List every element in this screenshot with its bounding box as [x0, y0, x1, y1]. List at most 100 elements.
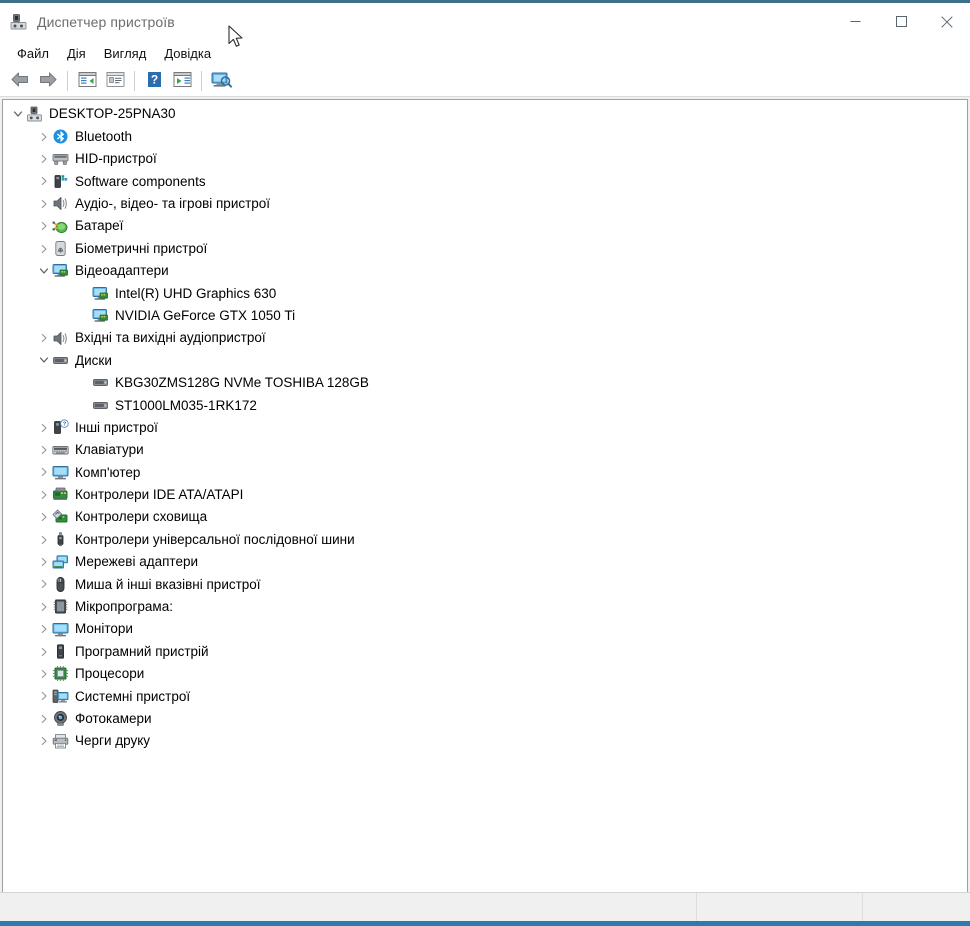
tree-row[interactable]: Клавіатури: [3, 439, 967, 461]
tree-item-label: Intel(R) UHD Graphics 630: [115, 285, 277, 301]
tree-row[interactable]: Програмний пристрій: [3, 640, 967, 662]
tree-row[interactable]: Контролери IDE ATA/ATAPI: [3, 484, 967, 506]
chevron-right-icon[interactable]: [35, 196, 52, 212]
chevron-right-icon[interactable]: [35, 733, 52, 749]
bluetooth-icon: [52, 128, 69, 145]
chevron-right-icon[interactable]: [35, 554, 52, 570]
tree-row[interactable]: NVIDIA GeForce GTX 1050 Ti: [3, 305, 967, 327]
tree-row[interactable]: Bluetooth: [3, 125, 967, 147]
chevron-right-icon[interactable]: [35, 576, 52, 592]
chevron-right-icon[interactable]: [35, 151, 52, 167]
chevron-right-icon[interactable]: [35, 173, 52, 189]
chevron-right-icon[interactable]: [35, 218, 52, 234]
menu-action[interactable]: Дія: [58, 43, 95, 64]
tree-row[interactable]: Миша й інші вказівні пристрої: [3, 573, 967, 595]
title-bar: Диспетчер пристроїв: [0, 3, 970, 40]
tree-row[interactable]: KBG30ZMS128G NVMe TOSHIBA 128GB: [3, 372, 967, 394]
display-adapter-icon: [92, 307, 109, 324]
device-manager-window: Диспетчер пристроїв Файл Дія Вигляд Дові…: [0, 0, 970, 926]
tree-row[interactable]: ST1000LM035-1RK172: [3, 394, 967, 416]
tree-row[interactable]: Вхідні та вихідні аудіопристрої: [3, 327, 967, 349]
tree-item-label: Біометричні пристрої: [75, 240, 208, 256]
menu-bar: Файл Дія Вигляд Довідка: [0, 40, 970, 66]
tree-row[interactable]: Диски: [3, 349, 967, 371]
tree-row[interactable]: Intel(R) UHD Graphics 630: [3, 282, 967, 304]
device-tree: DESKTOP-25PNA30 Bluetooth HID-пристрої Soft…: [3, 100, 967, 752]
tree-row[interactable]: Відеоадаптери: [3, 260, 967, 282]
battery-icon: [52, 218, 69, 235]
tree-row[interactable]: Фотокамери: [3, 708, 967, 730]
tree-item-label: Мікропрограма:: [75, 599, 173, 615]
chevron-right-icon[interactable]: [35, 688, 52, 704]
software-component-icon: [52, 173, 69, 190]
chevron-right-icon[interactable]: [35, 621, 52, 637]
disk-drive-icon: [52, 352, 69, 369]
chevron-right-icon[interactable]: [35, 420, 52, 436]
menu-help[interactable]: Довідка: [155, 43, 220, 64]
toolbar-forward-button[interactable]: [34, 68, 62, 94]
properties-icon: [106, 71, 125, 91]
chevron-right-icon[interactable]: [35, 442, 52, 458]
tree-row[interactable]: Мережеві адаптери: [3, 551, 967, 573]
chevron-right-icon[interactable]: [35, 711, 52, 727]
storage-controller-icon: [52, 509, 69, 526]
tree-row[interactable]: Мікропрограма:: [3, 596, 967, 618]
chevron-down-icon[interactable]: [35, 263, 52, 279]
close-button[interactable]: [924, 3, 970, 40]
toolbar-console-tree-button[interactable]: [73, 68, 101, 94]
tree-row[interactable]: HID-пристрої: [3, 148, 967, 170]
keyboard-icon: [52, 442, 69, 459]
menu-view[interactable]: Вигляд: [95, 43, 156, 64]
computer-root-icon: [26, 106, 43, 123]
toolbar-update-driver-button[interactable]: [168, 68, 196, 94]
tree-row[interactable]: Контролери сховища: [3, 506, 967, 528]
tree-row[interactable]: DESKTOP-25PNA30: [3, 103, 967, 125]
hid-device-icon: [52, 150, 69, 167]
chevron-down-icon[interactable]: [35, 352, 52, 368]
status-pane-1: [0, 893, 697, 921]
back-arrow-icon: [10, 71, 30, 91]
tree-row[interactable]: Черги друку: [3, 730, 967, 752]
toolbar-properties-button[interactable]: [101, 68, 129, 94]
tree-item-label: Диски: [75, 352, 112, 368]
toolbar-help-button[interactable]: ?: [140, 68, 168, 94]
processor-icon: [52, 665, 69, 682]
chevron-right-icon[interactable]: [35, 509, 52, 525]
chevron-right-icon[interactable]: [35, 129, 52, 145]
chevron-down-icon[interactable]: [9, 106, 26, 122]
tree-row[interactable]: Контролери універсальної послідовної шин…: [3, 528, 967, 550]
chevron-right-icon[interactable]: [35, 241, 52, 257]
chevron-right-icon[interactable]: [35, 330, 52, 346]
chevron-right-icon[interactable]: [35, 666, 52, 682]
device-tree-pane[interactable]: DESKTOP-25PNA30 Bluetooth HID-пристрої Soft…: [2, 99, 968, 892]
tree-row[interactable]: Монітори: [3, 618, 967, 640]
tree-item-label: NVIDIA GeForce GTX 1050 Ti: [115, 307, 296, 323]
minimize-button[interactable]: [832, 3, 878, 40]
chevron-right-icon[interactable]: [35, 464, 52, 480]
monitor-icon: [52, 621, 69, 638]
tree-row[interactable]: Процесори: [3, 663, 967, 685]
tree-row[interactable]: Аудіо-, відео- та ігрові пристрої: [3, 193, 967, 215]
tree-row[interactable]: ? Інші пристрої: [3, 416, 967, 438]
tree-row[interactable]: Комп'ютер: [3, 461, 967, 483]
tree-row[interactable]: Software components: [3, 170, 967, 192]
tree-row[interactable]: Системні пристрої: [3, 685, 967, 707]
tree-row[interactable]: Батареї: [3, 215, 967, 237]
menu-file[interactable]: Файл: [8, 43, 58, 64]
tree-item-label: ST1000LM035-1RK172: [115, 397, 257, 413]
toolbar-back-button[interactable]: [6, 68, 34, 94]
maximize-button[interactable]: [878, 3, 924, 40]
tree-item-label: Інші пристрої: [75, 419, 158, 435]
tree-item-label: Комп'ютер: [75, 464, 141, 480]
window-controls: [832, 3, 970, 40]
tree-item-label: Software components: [75, 173, 206, 189]
chevron-right-icon[interactable]: [35, 487, 52, 503]
chevron-right-icon[interactable]: [35, 532, 52, 548]
tree-row[interactable]: Біометричні пристрої: [3, 237, 967, 259]
chevron-right-icon[interactable]: [35, 599, 52, 615]
chevron-right-icon[interactable]: [35, 644, 52, 660]
toolbar-scan-hardware-button[interactable]: [207, 68, 235, 94]
speaker-icon: [52, 195, 69, 212]
